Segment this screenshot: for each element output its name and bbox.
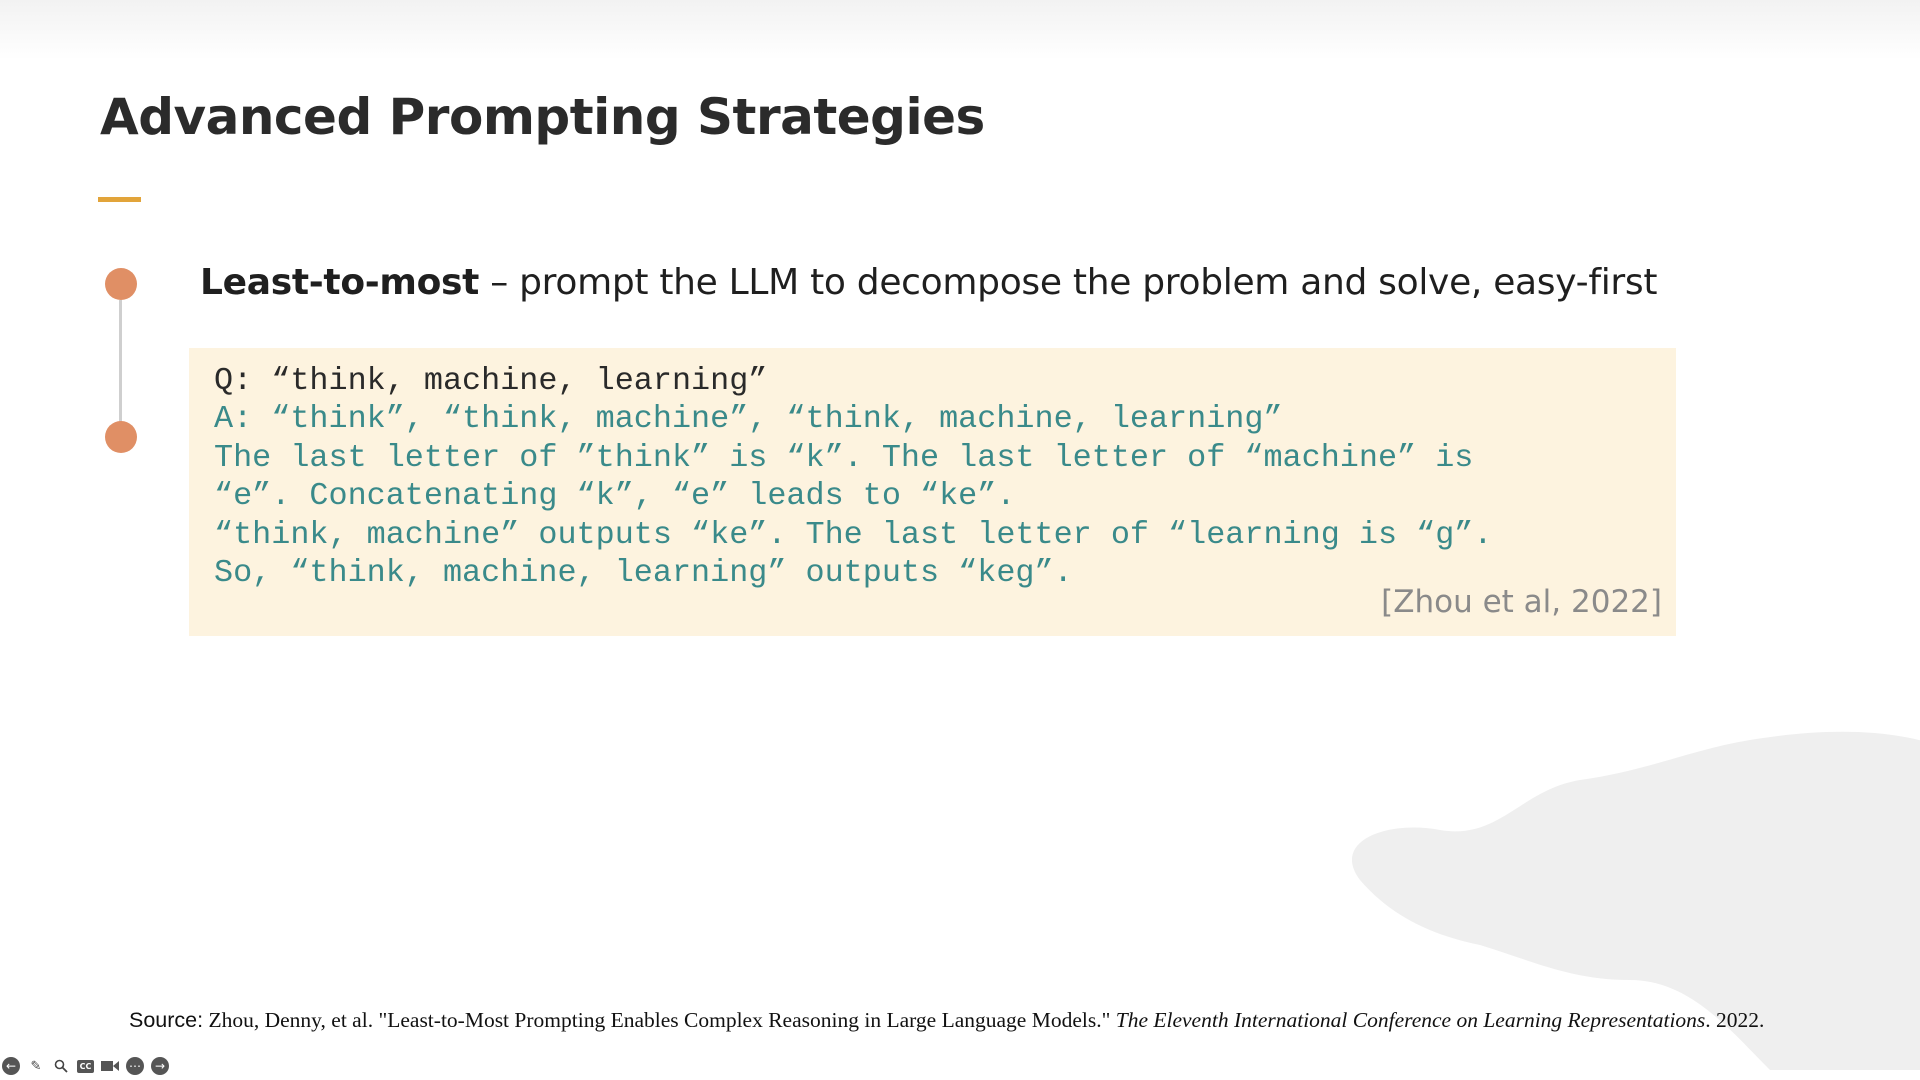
example-answer-line: “think, machine” outputs “ke”. The last … <box>214 516 1493 553</box>
bullet-item: Least-to-most – prompt the LLM to decomp… <box>200 262 1657 303</box>
zoom-icon[interactable] <box>52 1057 70 1075</box>
example-code: Q: “think, machine, learning” A: “think”,… <box>214 362 1492 592</box>
timeline-line <box>119 300 122 428</box>
source-footnote: Source: Zhou, Denny, et al. "Least-to-Mo… <box>129 1008 1764 1033</box>
source-venue: The Eleventh International Conference on… <box>1115 1008 1706 1032</box>
example-answer-line: The last letter of ”think” is “k”. The l… <box>214 439 1474 476</box>
next-icon[interactable]: → <box>151 1057 169 1075</box>
title-underline <box>98 197 141 202</box>
camera-icon[interactable] <box>101 1057 119 1075</box>
player-controls: ← ✎ CC ⋯ → <box>2 1057 169 1075</box>
example-question: Q: “think, machine, learning” <box>214 363 768 399</box>
timeline-dot <box>105 421 137 453</box>
slide-title: Advanced Prompting Strategies <box>100 88 985 146</box>
captions-icon[interactable]: CC <box>77 1059 94 1073</box>
example-citation: [Zhou et al, 2022] <box>1381 584 1662 620</box>
bullet-description: – prompt the LLM to decompose the proble… <box>479 262 1658 303</box>
example-answer-line: “e”. Concatenating “k”, “e” leads to “ke… <box>214 478 1016 515</box>
example-answer-line: So, “think, machine, learning” outputs “… <box>214 555 1073 592</box>
source-year: . 2022. <box>1705 1008 1765 1032</box>
pen-icon[interactable]: ✎ <box>27 1057 45 1075</box>
example-answer-line: A: “think”, “think, machine”, “think, ma… <box>214 401 1283 438</box>
more-icon[interactable]: ⋯ <box>126 1057 144 1075</box>
bullet-term: Least-to-most <box>200 262 480 303</box>
source-label: Source: <box>129 1008 204 1032</box>
top-bar <box>0 0 1920 60</box>
timeline-dot <box>105 268 137 300</box>
slide: Advanced Prompting Strategies Least-to-m… <box>0 0 1920 1080</box>
previous-icon[interactable]: ← <box>2 1057 20 1075</box>
source-text: Zhou, Denny, et al. "Least-to-Most Promp… <box>203 1008 1116 1032</box>
